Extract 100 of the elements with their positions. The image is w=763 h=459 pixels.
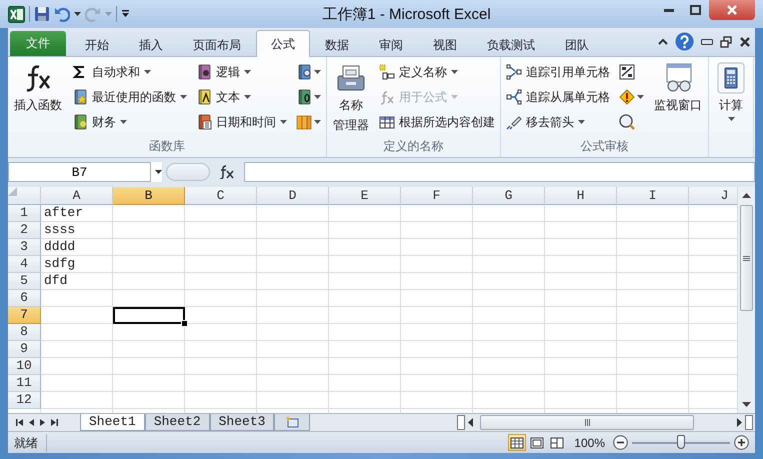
grid-cell[interactable]: dfd (41, 273, 113, 290)
ribbon-tab[interactable]: 数据 (310, 32, 364, 57)
app-icon[interactable] (8, 6, 25, 22)
close-button[interactable] (709, 0, 755, 20)
zoom-level[interactable]: 100% (574, 436, 605, 450)
ribbon-button[interactable]: 根据所选内容创建 (377, 110, 497, 134)
sheet-tab[interactable]: Sheet1 (80, 414, 145, 431)
column-header[interactable]: F (401, 187, 473, 205)
scroll-thumb[interactable] (480, 415, 694, 430)
ribbon-button[interactable]: 定义名称 (377, 60, 497, 84)
sheet-tab[interactable]: Sheet2 (144, 414, 210, 431)
ribbon-tab[interactable]: 视图 (418, 32, 472, 57)
ribbon-button[interactable]: 计算 (712, 60, 750, 123)
grid-cell[interactable]: dddd (41, 239, 113, 256)
ribbon-tab[interactable]: 开始 (70, 32, 124, 57)
ribbon-button[interactable]: 名称 管理器 (330, 60, 372, 136)
row-header[interactable]: 7 (8, 307, 41, 324)
caret-icon (144, 70, 151, 74)
column-header[interactable]: G (473, 187, 545, 205)
group-label: 公式审核 (580, 138, 630, 155)
ribbon-button[interactable]: 财务 (70, 110, 189, 134)
caret-icon (244, 95, 251, 99)
ribbon-tab[interactable]: 团队 (550, 32, 604, 57)
row-header[interactable]: 11 (8, 375, 41, 392)
name-box[interactable]: B7 (8, 162, 151, 182)
up-arrow-icon (742, 193, 751, 198)
column-header[interactable]: H (545, 187, 617, 205)
split-handle[interactable] (745, 415, 753, 430)
grid-cell[interactable]: ssss (41, 222, 113, 239)
next-sheet-icon[interactable] (40, 419, 45, 426)
ribbon-button[interactable]: 最近使用的函数 (70, 85, 189, 109)
close-icon[interactable] (739, 36, 751, 48)
save-icon[interactable] (34, 6, 50, 22)
last-sheet-icon[interactable] (51, 419, 58, 426)
grid-cell[interactable]: after (41, 205, 113, 222)
column-header[interactable]: B (113, 187, 185, 205)
scroll-right-icon[interactable] (737, 418, 742, 427)
ribbon-button[interactable]: 自动求和 (70, 60, 189, 84)
book-icon (296, 64, 312, 80)
formula-field[interactable] (244, 162, 755, 182)
book-icon (296, 89, 312, 105)
file-tab[interactable]: 文件 (10, 31, 66, 56)
zoom-slider-thumb[interactable] (677, 434, 685, 448)
row-header[interactable]: 3 (8, 239, 41, 256)
split-handle[interactable] (457, 415, 465, 430)
ribbon-button[interactable]: 追踪从属单元格 (504, 85, 612, 109)
column-header[interactable]: I (617, 187, 689, 205)
row-header[interactable]: 4 (8, 256, 41, 273)
ribbon-button[interactable]: 移去箭头 (504, 110, 612, 134)
zoom-out-icon[interactable] (613, 435, 628, 450)
ribbon-tab[interactable]: 页面布局 (178, 32, 256, 57)
row-header[interactable]: 10 (8, 358, 41, 375)
column-header[interactable]: J (689, 187, 738, 205)
column-header[interactable]: A (41, 187, 113, 205)
insert-sheet-button[interactable] (274, 414, 310, 431)
maximize-icon (690, 5, 701, 15)
undo-icon[interactable] (54, 6, 70, 22)
caret-icon (74, 12, 81, 16)
previous-sheet-icon[interactable] (29, 419, 34, 426)
row-header[interactable]: 2 (8, 222, 41, 239)
sheet-tab[interactable]: Sheet3 (210, 414, 274, 431)
resize-handle[interactable] (166, 163, 210, 181)
help-icon[interactable] (675, 32, 694, 51)
eraser-icon (506, 114, 522, 130)
caret-icon (728, 117, 734, 121)
row-header[interactable]: 5 (8, 273, 41, 290)
view-button[interactable] (508, 434, 526, 451)
restore-icon[interactable] (720, 36, 732, 48)
row-header[interactable]: 9 (8, 341, 41, 358)
row-header[interactable]: 8 (8, 324, 41, 341)
ribbon-button[interactable]: 监视窗口 (651, 60, 705, 116)
minimize-icon[interactable] (701, 38, 713, 44)
row-header[interactable]: 6 (8, 290, 41, 307)
book-icon (196, 64, 212, 80)
column-header[interactable]: C (185, 187, 257, 205)
customize-icon[interactable] (121, 10, 130, 18)
row-header[interactable]: 12 (8, 392, 41, 409)
zoom-in-icon[interactable] (734, 435, 749, 450)
ribbon-tab[interactable]: 审阅 (364, 32, 418, 57)
column-header[interactable]: D (257, 187, 329, 205)
ribbon-button[interactable]: 追踪引用单元格 (504, 60, 612, 84)
selected-cell[interactable] (113, 307, 185, 324)
insert-function-icon[interactable] (219, 165, 235, 179)
scroll-thumb[interactable] (740, 205, 753, 311)
new-sheet-icon (285, 416, 300, 428)
grid-cell[interactable]: sdfg (41, 256, 113, 273)
column-header[interactable]: E (329, 187, 401, 205)
collapse-ribbon-icon[interactable] (658, 38, 668, 45)
formula-sheet-icon (619, 64, 635, 80)
scroll-left-icon[interactable] (468, 418, 473, 427)
grip-icon (584, 419, 590, 426)
row-header[interactable]: 1 (8, 205, 41, 222)
ribbon-button[interactable]: 文本 (194, 85, 289, 109)
first-sheet-icon[interactable] (16, 419, 23, 426)
ribbon-button[interactable]: 插入函数 (11, 60, 65, 116)
ribbon-button[interactable]: 日期和时间 (194, 110, 289, 134)
ribbon-tab[interactable]: 负载测试 (472, 32, 550, 57)
ribbon-tab[interactable]: 公式 (256, 30, 310, 57)
ribbon-button[interactable]: 逻辑 (194, 60, 289, 84)
ribbon-tab[interactable]: 插入 (124, 32, 178, 57)
